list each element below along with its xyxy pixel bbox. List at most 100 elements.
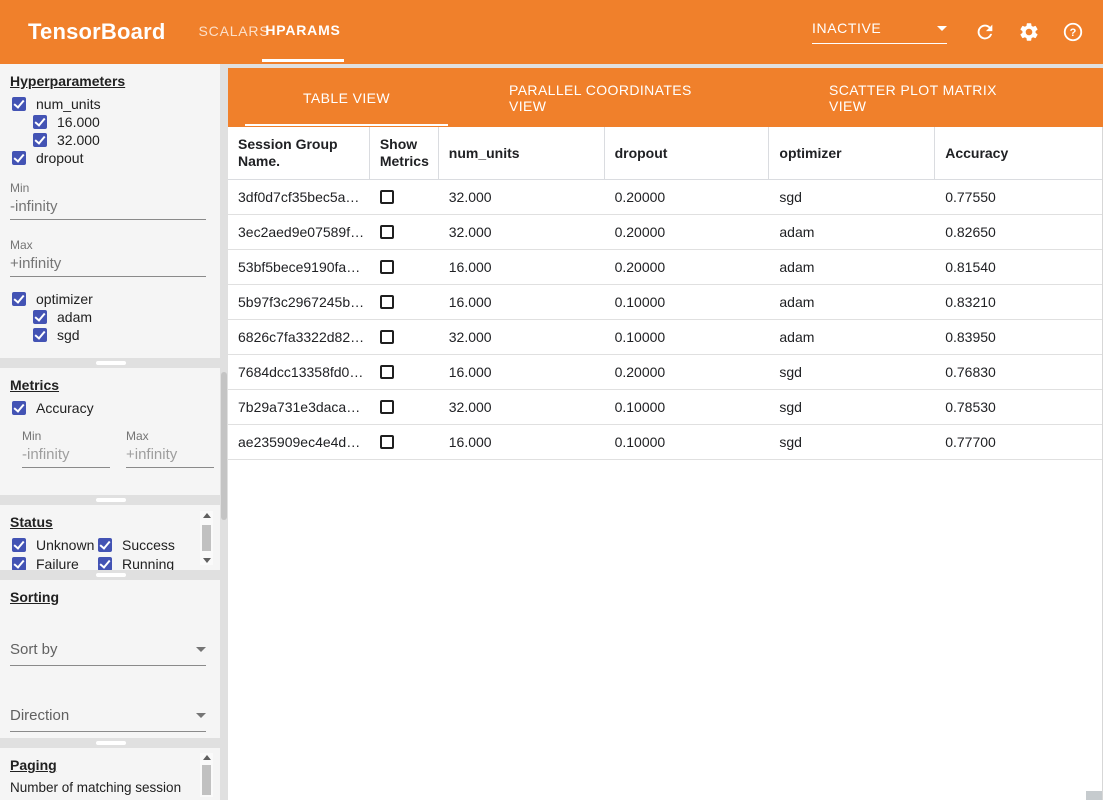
sort-by-value: Sort by xyxy=(10,641,58,658)
accuracy-max-input[interactable]: +infinity xyxy=(126,446,214,468)
tab-scatter-plot-matrix-view[interactable]: SCATTER PLOT MATRIX VIEW xyxy=(829,68,1031,127)
status-unknown-label: Unknown xyxy=(36,537,94,553)
num-units-value: 32.000 xyxy=(439,189,605,205)
accuracy-value: 0.83210 xyxy=(935,294,1102,310)
col-header-accuracy[interactable]: Accuracy xyxy=(935,127,1102,179)
table-row: 3df0d7cf35bec5a… 32.000 0.20000 sgd 0.77… xyxy=(228,180,1102,215)
optimizer-value: adam xyxy=(769,294,935,310)
status-success-label: Success xyxy=(122,537,175,553)
num-units-32-label: 32.000 xyxy=(57,132,100,148)
col-header-num-units[interactable]: num_units xyxy=(439,127,605,179)
col-header-show-metrics[interactable]: Show Metrics xyxy=(370,127,439,179)
col-header-session-group-name[interactable]: Session Group Name. xyxy=(228,127,370,179)
checkbox-checked-icon xyxy=(33,328,47,342)
session-group-name: 53bf5bece9190fa… xyxy=(228,259,370,275)
chevron-down-icon xyxy=(196,713,206,718)
num-units-label: num_units xyxy=(36,96,101,112)
checkbox-status-unknown[interactable]: Unknown xyxy=(12,536,98,554)
checkbox-optimizer[interactable]: optimizer xyxy=(12,290,220,308)
col-header-dropout[interactable]: dropout xyxy=(605,127,770,179)
dropout-min-input[interactable]: -infinity xyxy=(10,198,206,220)
dropout-max-input[interactable]: +infinity xyxy=(10,255,206,277)
dropout-max-label: Max xyxy=(10,238,220,252)
direction-select[interactable]: Direction xyxy=(10,707,206,732)
show-metrics-checkbox[interactable] xyxy=(380,365,394,379)
num-units-value: 16.000 xyxy=(439,259,605,275)
runs-status-select[interactable]: INACTIVE xyxy=(812,20,947,44)
show-metrics-checkbox[interactable] xyxy=(380,400,394,414)
checkbox-accuracy[interactable]: Accuracy xyxy=(12,399,220,417)
checkbox-dropout[interactable]: dropout xyxy=(12,149,220,167)
checkbox-checked-icon xyxy=(33,115,47,129)
show-metrics-checkbox[interactable] xyxy=(380,330,394,344)
show-metrics-checkbox[interactable] xyxy=(380,190,394,204)
num-units-value: 16.000 xyxy=(439,294,605,310)
optimizer-value: sgd xyxy=(769,434,935,450)
checkbox-optimizer-sgd[interactable]: sgd xyxy=(33,326,220,344)
scroll-up-icon xyxy=(203,755,211,760)
checkbox-status-failure[interactable]: Failure xyxy=(12,555,98,570)
status-scrollbar[interactable] xyxy=(200,511,213,565)
num-units-value: 32.000 xyxy=(439,399,605,415)
panel-status: Status Unknown Success Failure Running xyxy=(0,505,220,570)
col-header-optimizer[interactable]: optimizer xyxy=(769,127,935,179)
panel-sorting: Sorting Sort by Direction xyxy=(0,580,220,738)
sidebar-scrollbar[interactable] xyxy=(221,372,227,520)
tab-parallel-coordinates-view[interactable]: PARALLEL COORDINATES VIEW xyxy=(509,68,711,127)
checkbox-num-units[interactable]: num_units xyxy=(12,95,220,113)
help-icon: ? xyxy=(1062,21,1084,43)
accuracy-min-input[interactable]: -infinity xyxy=(22,446,110,468)
help-button[interactable]: ? xyxy=(1061,20,1085,44)
optimizer-value: adam xyxy=(769,259,935,275)
checkbox-status-running[interactable]: Running xyxy=(98,555,194,570)
checkbox-num-units-32[interactable]: 32.000 xyxy=(33,131,220,149)
num-units-value: 32.000 xyxy=(439,224,605,240)
scroll-thumb xyxy=(202,525,211,551)
checkbox-num-units-16[interactable]: 16.000 xyxy=(33,113,220,131)
optimizer-label: optimizer xyxy=(36,291,93,307)
accuracy-value: 0.77550 xyxy=(935,189,1102,205)
table-row: 7684dcc13358fd0… 16.000 0.20000 sgd 0.76… xyxy=(228,355,1102,390)
show-metrics-checkbox[interactable] xyxy=(380,435,394,449)
checkbox-checked-icon xyxy=(12,538,26,552)
checkbox-optimizer-adam[interactable]: adam xyxy=(33,308,220,326)
refresh-button[interactable] xyxy=(973,20,997,44)
sort-by-select[interactable]: Sort by xyxy=(10,641,206,666)
table-header-row: Session Group Name. Show Metrics num_uni… xyxy=(228,127,1102,180)
accuracy-range-fields: Min -infinity Max +infinity xyxy=(22,429,220,468)
session-group-name: 5b97f3c2967245b… xyxy=(228,294,370,310)
dropout-value: 0.20000 xyxy=(605,189,770,205)
splitter-handle[interactable] xyxy=(0,570,220,580)
checkbox-status-success[interactable]: Success xyxy=(98,536,194,554)
num-units-value: 16.000 xyxy=(439,364,605,380)
session-group-name: 3ec2aed9e07589f… xyxy=(228,224,370,240)
splitter-handle[interactable] xyxy=(0,738,220,748)
tab-table-view[interactable]: TABLE VIEW xyxy=(245,68,448,127)
app-bar: TensorBoard SCALARS HPARAMS INACTIVE ? xyxy=(0,0,1103,64)
table-row: 5b97f3c2967245b… 16.000 0.10000 adam 0.8… xyxy=(228,285,1102,320)
settings-button[interactable] xyxy=(1017,20,1041,44)
optimizer-value: sgd xyxy=(769,364,935,380)
paging-scrollbar[interactable] xyxy=(200,753,213,797)
optimizer-value: adam xyxy=(769,224,935,240)
tab-hparams[interactable]: HPARAMS xyxy=(262,0,344,62)
show-metrics-checkbox[interactable] xyxy=(380,225,394,239)
accuracy-value: 0.82650 xyxy=(935,224,1102,240)
table-row: 6826c7fa3322d82… 32.000 0.10000 adam 0.8… xyxy=(228,320,1102,355)
adam-label: adam xyxy=(57,309,92,325)
panel-paging: Paging Number of matching session groups… xyxy=(0,748,220,800)
chevron-down-icon xyxy=(937,26,947,31)
checkbox-checked-icon xyxy=(12,97,26,111)
show-metrics-checkbox[interactable] xyxy=(380,295,394,309)
status-running-label: Running xyxy=(122,556,174,570)
checkbox-checked-icon xyxy=(98,557,112,570)
session-group-name: 7684dcc13358fd0… xyxy=(228,364,370,380)
num-units-16-label: 16.000 xyxy=(57,114,100,130)
scrollbar-corner xyxy=(1086,791,1102,800)
show-metrics-checkbox[interactable] xyxy=(380,260,394,274)
drag-handle-icon xyxy=(96,361,126,365)
splitter-handle[interactable] xyxy=(0,358,220,368)
splitter-handle[interactable] xyxy=(0,495,220,505)
direction-value: Direction xyxy=(10,707,69,724)
session-group-name: ae235909ec4e4d… xyxy=(228,434,370,450)
